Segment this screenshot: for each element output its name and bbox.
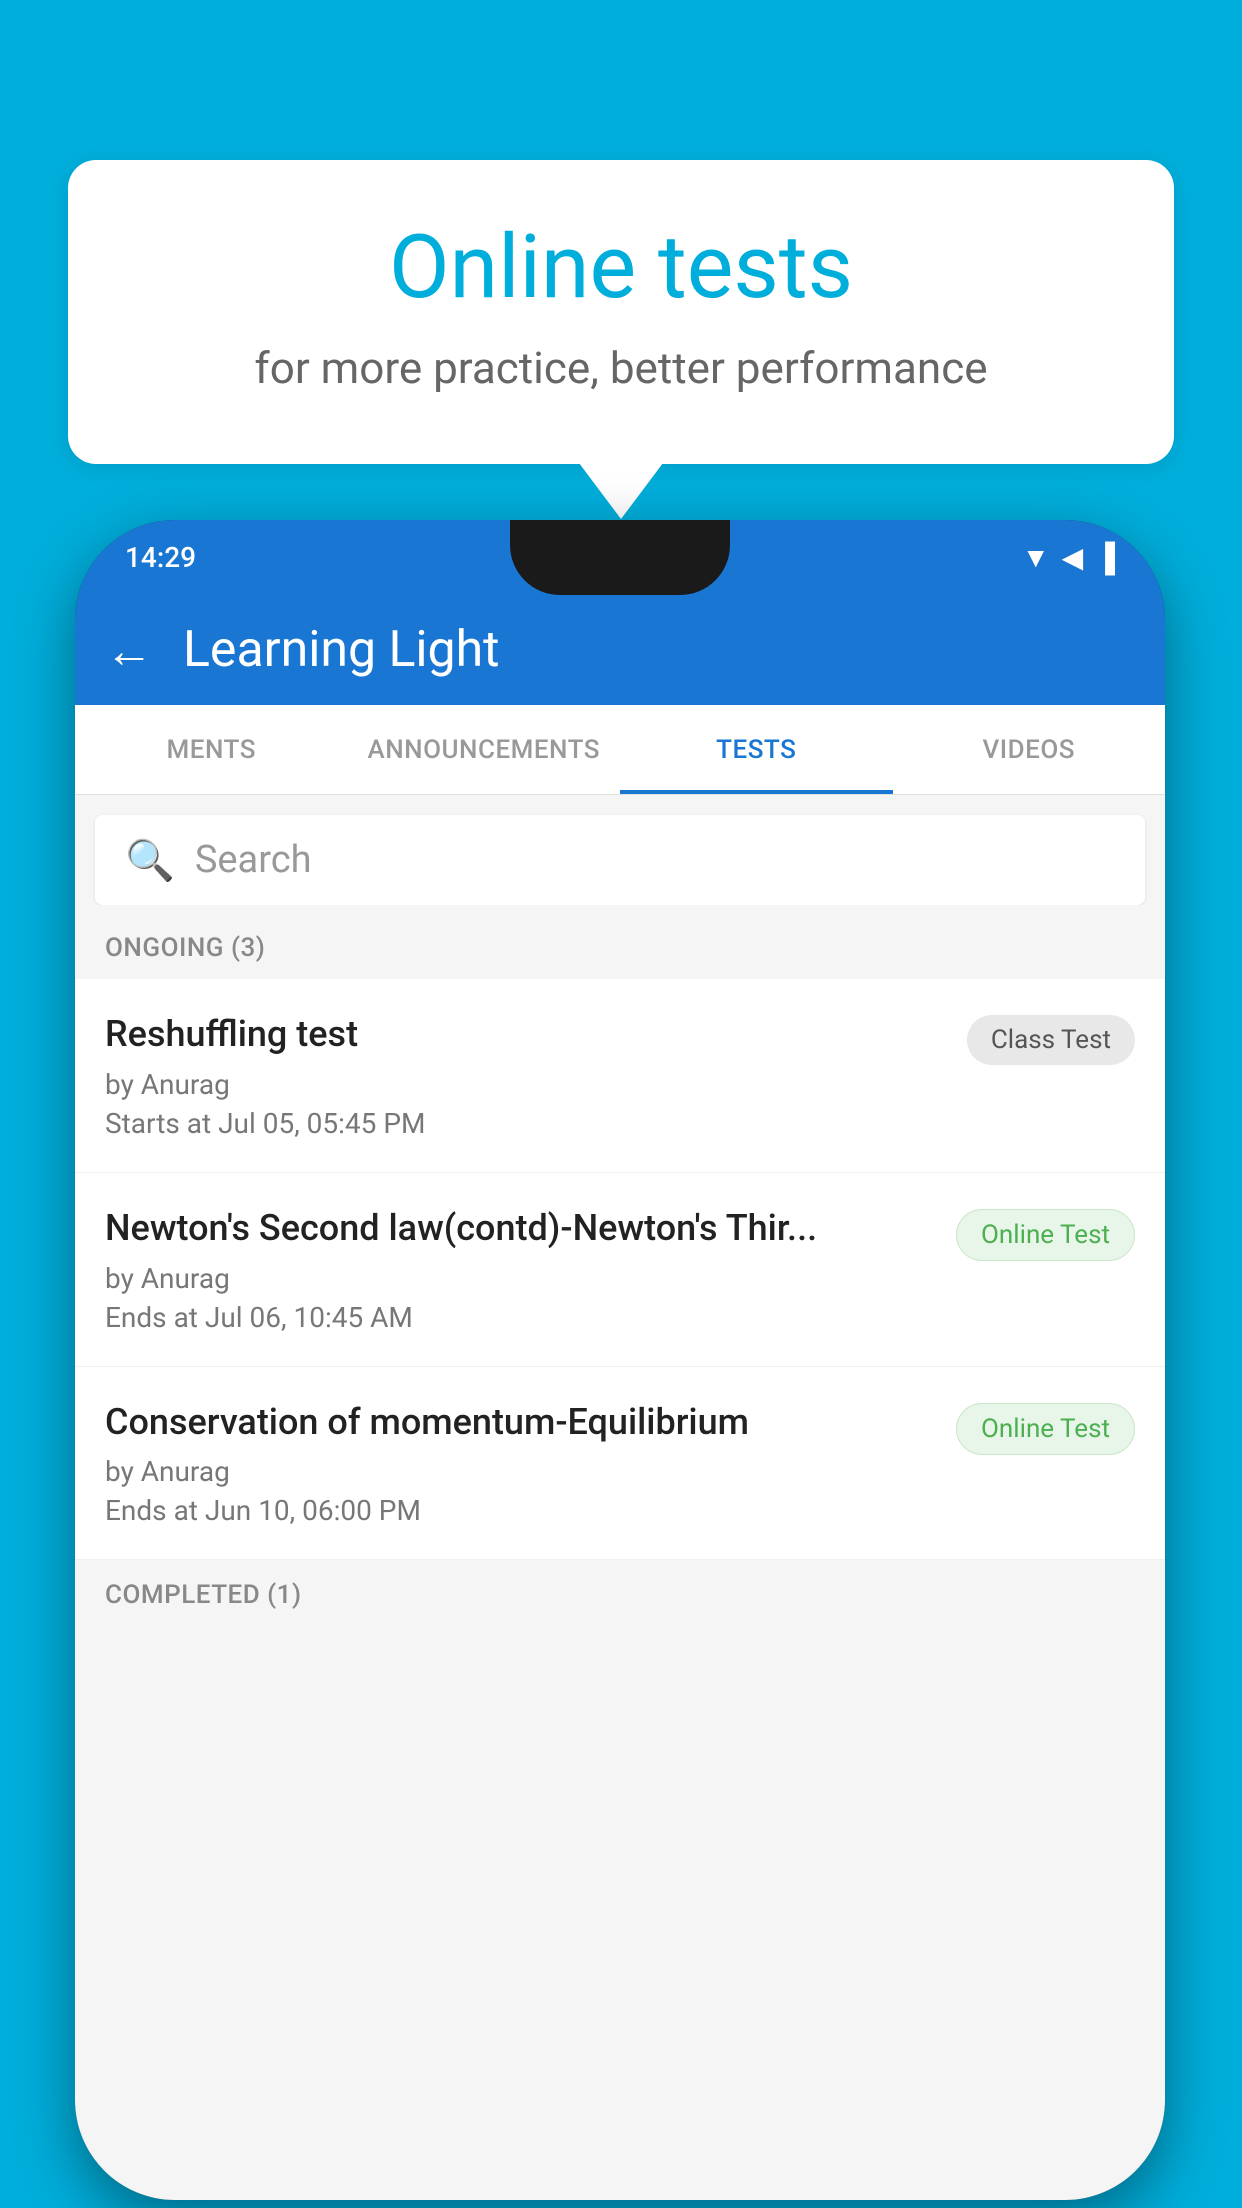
test-date-2: Ends at Jul 06, 10:45 AM bbox=[105, 1301, 936, 1334]
search-bar[interactable]: 🔍 Search bbox=[95, 815, 1145, 905]
test-list: Reshuffling test by Anurag Starts at Jul… bbox=[75, 979, 1165, 1560]
screen-content: 🔍 Search ONGOING (3) Reshuffling test by… bbox=[75, 795, 1165, 2200]
ongoing-section-header: ONGOING (3) bbox=[75, 905, 1165, 979]
bubble-subtitle: for more practice, better performance bbox=[148, 342, 1094, 394]
signal-icon: ◀ bbox=[1062, 541, 1084, 574]
test-by-3: by Anurag bbox=[105, 1455, 936, 1488]
status-bar: 14:29 ▼ ◀ ▐ bbox=[75, 520, 1165, 595]
test-info-1: Reshuffling test by Anurag Starts at Jul… bbox=[105, 1011, 947, 1140]
speech-bubble: Online tests for more practice, better p… bbox=[68, 160, 1174, 464]
test-name-2: Newton's Second law(contd)-Newton's Thir… bbox=[105, 1205, 936, 1252]
test-info-2: Newton's Second law(contd)-Newton's Thir… bbox=[105, 1205, 936, 1334]
completed-section-header: COMPLETED (1) bbox=[75, 1560, 1165, 1620]
wifi-icon: ▼ bbox=[1022, 541, 1050, 574]
tab-tests[interactable]: TESTS bbox=[620, 705, 893, 794]
test-name-3: Conservation of momentum-Equilibrium bbox=[105, 1399, 936, 1446]
test-item-2[interactable]: Newton's Second law(contd)-Newton's Thir… bbox=[75, 1173, 1165, 1367]
tab-ments[interactable]: MENTS bbox=[75, 705, 348, 794]
test-by-2: by Anurag bbox=[105, 1262, 936, 1295]
search-placeholder: Search bbox=[195, 838, 312, 882]
bubble-title: Online tests bbox=[148, 220, 1094, 317]
status-time: 14:29 bbox=[125, 541, 196, 574]
app-bar: ← Learning Light bbox=[75, 595, 1165, 705]
battery-icon: ▐ bbox=[1095, 541, 1115, 574]
test-info-3: Conservation of momentum-Equilibrium by … bbox=[105, 1399, 936, 1528]
tab-bar: MENTS ANNOUNCEMENTS TESTS VIDEOS bbox=[75, 705, 1165, 795]
test-item-1[interactable]: Reshuffling test by Anurag Starts at Jul… bbox=[75, 979, 1165, 1173]
search-icon: 🔍 bbox=[125, 837, 175, 884]
phone-frame: 14:29 ▼ ◀ ▐ ← Learning Light MENTS ANNOU… bbox=[75, 520, 1165, 2200]
test-badge-1: Class Test bbox=[967, 1015, 1135, 1065]
test-date-1: Starts at Jul 05, 05:45 PM bbox=[105, 1107, 947, 1140]
status-icons: ▼ ◀ ▐ bbox=[1022, 541, 1115, 574]
test-item-3[interactable]: Conservation of momentum-Equilibrium by … bbox=[75, 1367, 1165, 1561]
test-date-3: Ends at Jun 10, 06:00 PM bbox=[105, 1494, 936, 1527]
test-by-1: by Anurag bbox=[105, 1068, 947, 1101]
test-badge-3: Online Test bbox=[956, 1403, 1135, 1455]
test-name-1: Reshuffling test bbox=[105, 1011, 947, 1058]
test-badge-2: Online Test bbox=[956, 1209, 1135, 1261]
back-button[interactable]: ← bbox=[105, 622, 153, 679]
app-title: Learning Light bbox=[183, 621, 500, 679]
tab-announcements[interactable]: ANNOUNCEMENTS bbox=[348, 705, 621, 794]
tab-videos[interactable]: VIDEOS bbox=[893, 705, 1166, 794]
